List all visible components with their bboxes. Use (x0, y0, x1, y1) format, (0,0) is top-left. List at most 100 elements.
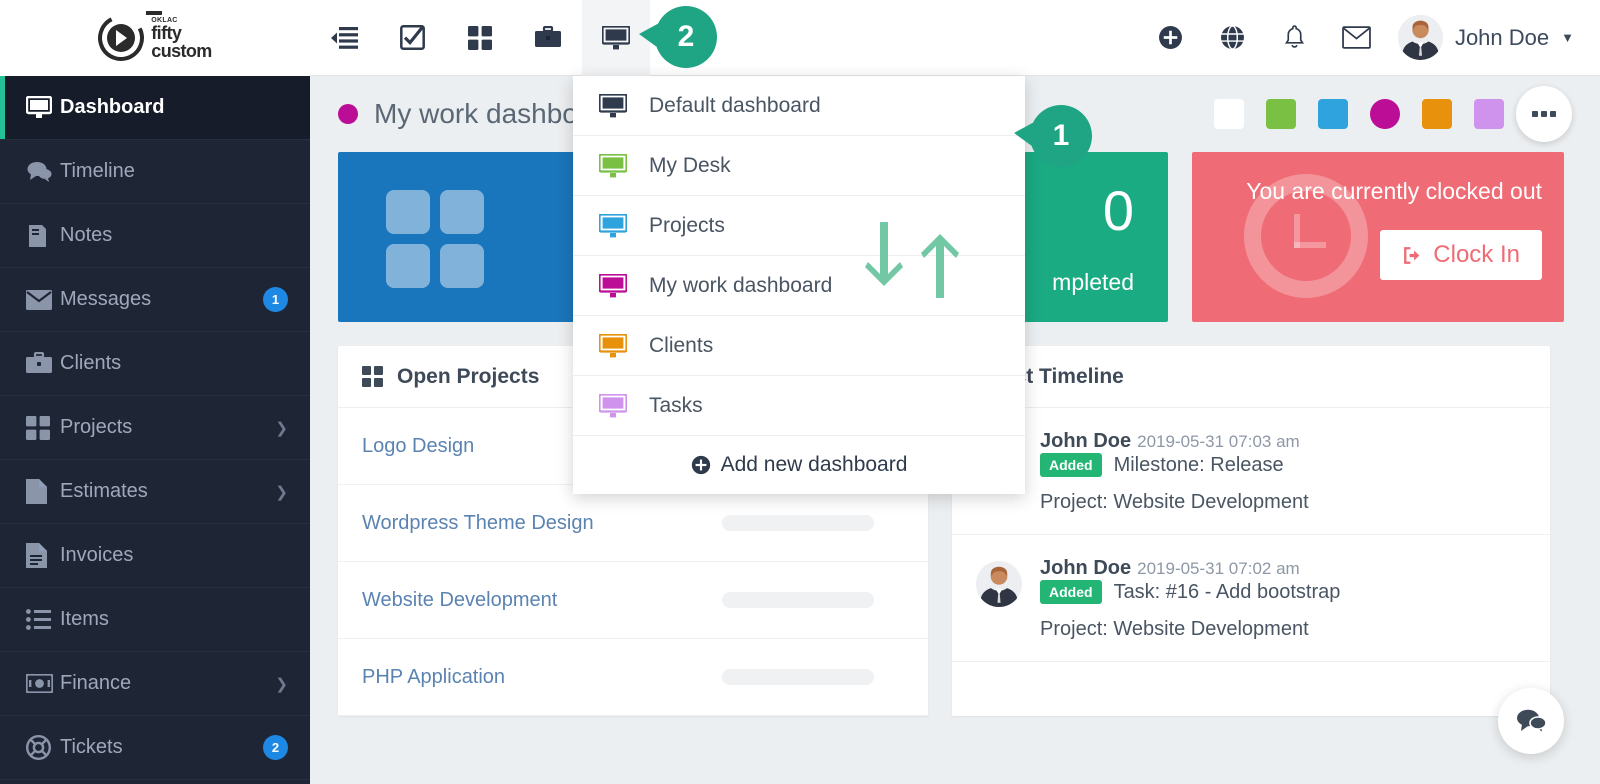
dashboard-menu-item-my-desk[interactable]: My Desk (573, 136, 1025, 196)
file-icon (26, 479, 60, 504)
clock-in-button-label: Clock In (1433, 241, 1520, 268)
sidebar-item-items[interactable]: Items (0, 588, 310, 652)
book-icon (26, 224, 60, 248)
dashboard-menu-item-label: My work dashboard (649, 273, 833, 297)
timeline-project: Project: Website Development (1040, 618, 1309, 640)
more-options-button[interactable] (1516, 86, 1572, 142)
sidebar-item-tickets[interactable]: Tickets 2 (0, 716, 310, 780)
swatch-purple[interactable] (1474, 99, 1504, 129)
sidebar-item-messages[interactable]: Messages 1 (0, 268, 310, 332)
timeline-user: John Doe (1040, 557, 1132, 579)
project-name-link[interactable]: Wordpress Theme Design (362, 512, 722, 535)
dashboard-menu-item-label: Tasks (649, 393, 703, 417)
envelope-icon (26, 289, 60, 310)
arrow-up-icon (921, 234, 959, 298)
chevron-right-icon: ❯ (275, 483, 288, 501)
plus-circle-icon[interactable] (1150, 0, 1192, 76)
timeline-date: 2019-05-31 07:03 am (1137, 432, 1300, 451)
swatch-magenta[interactable] (1370, 99, 1400, 129)
dashboard-menu-item-label: Projects (649, 213, 725, 237)
swatch-blue[interactable] (1318, 99, 1348, 129)
clock-in-button[interactable]: Clock In (1380, 230, 1542, 280)
callout-badge-2-label: 2 (677, 20, 695, 53)
grid-icon (26, 415, 60, 440)
monitor-icon (599, 93, 627, 118)
logo-line2: custom (151, 40, 212, 61)
money-icon (26, 674, 60, 693)
sidebar-item-estimates[interactable]: Estimates ❯ (0, 460, 310, 524)
monitor-icon (599, 333, 627, 358)
avatar (1397, 15, 1443, 60)
list-icon (26, 609, 60, 630)
sidebar-item-label: Tickets (60, 736, 123, 758)
timeline-rows: John Doe 2019-05-31 07:03 am Added Mileston… (952, 408, 1550, 662)
collapse-sidebar-icon[interactable] (310, 0, 378, 76)
swatch-orange[interactable] (1422, 99, 1452, 129)
dashboard-menu-item-clients[interactable]: Clients (573, 316, 1025, 376)
header-icon-group (310, 0, 650, 76)
project-row: PHP Application (338, 639, 928, 716)
sign-in-icon (1404, 246, 1420, 264)
project-name-link[interactable]: Website Development (362, 589, 722, 612)
project-row: Wordpress Theme Design (338, 485, 928, 562)
clock-hand-horizontal (1294, 242, 1326, 248)
file-lines-icon (26, 543, 60, 568)
project-timeline-panel-header: roject Timeline (952, 346, 1550, 408)
chat-bubble-icon[interactable] (1498, 688, 1564, 754)
sidebar-item-invoices[interactable]: Invoices (0, 524, 310, 588)
swatch-white[interactable] (1214, 99, 1244, 129)
sidebar-item-label: Invoices (60, 544, 134, 566)
timeline-date: 2019-05-31 07:02 am (1137, 559, 1300, 578)
sidebar-nav: Dashboard Timeline Notes Messages 1 Clients Pr… (0, 76, 310, 780)
plus-circle-icon (691, 455, 710, 475)
dashboard-menu-item-default-dashboard[interactable]: Default dashboard (573, 76, 1025, 136)
timeline-project: Project: Website Development (1040, 491, 1309, 513)
chevron-right-icon: ❯ (275, 675, 288, 693)
monitor-icon (599, 153, 627, 178)
timeline-user: John Doe (1040, 430, 1132, 452)
sidebar-item-timeline[interactable]: Timeline (0, 140, 310, 204)
envelope-icon[interactable] (1336, 0, 1378, 76)
sidebar-item-projects[interactable]: Projects ❯ (0, 396, 310, 460)
monitor-icon (599, 213, 627, 238)
grid-icon[interactable] (446, 0, 514, 76)
project-name-link[interactable]: PHP Application (362, 666, 722, 689)
globe-icon[interactable] (1212, 0, 1254, 76)
sidebar-item-notes[interactable]: Notes (0, 204, 310, 268)
sidebar-item-label: Timeline (60, 160, 135, 182)
user-menu[interactable]: John Doe ▼ (1397, 15, 1574, 60)
briefcase-icon (26, 352, 60, 375)
swatch-green[interactable] (1266, 99, 1296, 129)
project-row: Website Development (338, 562, 928, 639)
timeline-action: Milestone: Release (1113, 453, 1284, 476)
briefcase-icon[interactable] (514, 0, 582, 76)
app-logo[interactable]: OKLAC fifty custom (0, 0, 310, 76)
user-name: John Doe (1454, 24, 1550, 50)
monitor-icon (26, 96, 60, 119)
sidebar-item-label: Notes (60, 224, 113, 246)
reorder-arrows-annotation (862, 222, 962, 298)
sidebar: OKLAC fifty custom Dashboard Timeline Note… (0, 0, 310, 784)
bell-icon[interactable] (1274, 0, 1316, 76)
sidebar-item-finance[interactable]: Finance ❯ (0, 652, 310, 716)
clock-status-text: You are currently clocked out (1246, 178, 1542, 204)
logo-dash (146, 11, 163, 15)
callout-badge-1: 1 (1014, 105, 1092, 167)
timeline-entry: John Doe 2019-05-31 07:03 am Added Mileston… (952, 408, 1550, 535)
app-root: OKLAC fifty custom Dashboard Timeline Note… (0, 0, 1600, 784)
project-timeline-panel: roject Timeline John Doe 2019-05-31 07:03… (952, 346, 1550, 716)
timeline-action: Task: #16 - Add bootstrap (1113, 580, 1341, 603)
project-progress-bar (722, 515, 874, 531)
dashboard-menu-item-tasks[interactable]: Tasks (573, 376, 1025, 436)
open-projects-panel-title: Open Projects (397, 364, 540, 388)
lifebuoy-icon (26, 735, 60, 760)
sidebar-item-dashboard[interactable]: Dashboard (0, 76, 310, 140)
sidebar-item-label: Dashboard (60, 96, 165, 118)
chevron-down-icon: ▼ (1561, 30, 1574, 45)
sidebar-item-label: Items (60, 608, 109, 630)
header-right-group: John Doe ▼ (1150, 0, 1600, 76)
add-new-dashboard-button[interactable]: Add new dashboard (573, 436, 1025, 494)
sidebar-item-clients[interactable]: Clients (0, 332, 310, 396)
tasks-check-icon[interactable] (378, 0, 446, 76)
arrow-down-icon (865, 222, 903, 286)
